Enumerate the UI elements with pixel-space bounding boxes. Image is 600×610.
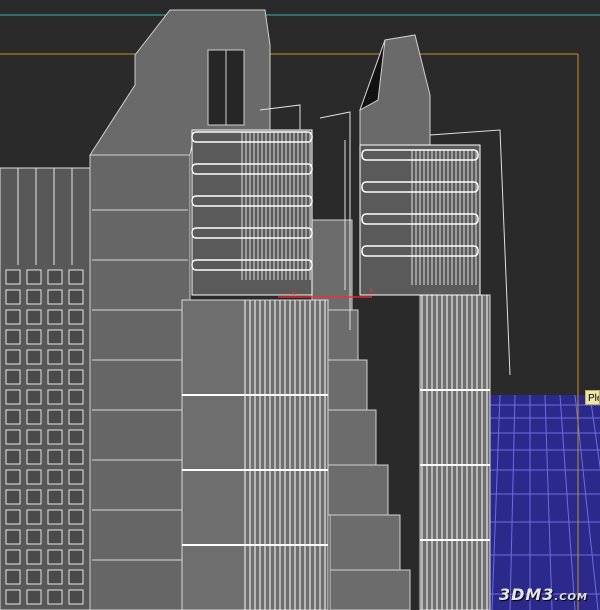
window-pane [5,309,21,325]
window-pane [47,489,63,505]
window-pane [68,589,84,605]
window-pane [26,549,42,565]
window-pane [26,509,42,525]
window-pane [26,409,42,425]
window-pane [5,529,21,545]
left-office-building [0,167,96,610]
window-pane [47,389,63,405]
window-pane [68,349,84,365]
window-pane [68,489,84,505]
window-pane [68,309,84,325]
window-pane [5,549,21,565]
window-pane [47,349,63,365]
ground-grid [490,394,600,610]
window-pane [68,329,84,345]
window-pane [47,549,63,565]
window-pane [47,569,63,585]
window-pane [5,469,21,485]
watermark-logo: 3DM3.COM [499,585,588,604]
window-pane [47,589,63,605]
window-pane [5,289,21,305]
window-pane [26,349,42,365]
window-pane [26,469,42,485]
window-pane [26,289,42,305]
window-pane [47,269,63,285]
window-pane [26,389,42,405]
window-pane [26,589,42,605]
window-pane [47,289,63,305]
window-pane [5,349,21,365]
window-pane [26,269,42,285]
window-pane [47,529,63,545]
window-pane [5,589,21,605]
window-pane [68,469,84,485]
window-pane [68,369,84,385]
left-cylinder-tower[interactable] [181,129,329,610]
watermark-main: 3DM3 [498,585,555,604]
right-spire [359,34,431,146]
window-pane [47,509,63,525]
window-pane [68,389,84,405]
window-pane [5,489,21,505]
window-pane [68,269,84,285]
window-pane [26,569,42,585]
window-pane [26,489,42,505]
window-pane [68,569,84,585]
watermark-suffix: .COM [554,592,588,603]
window-pane [5,369,21,385]
window-pane [5,269,21,285]
window-pane [68,449,84,465]
window-pane [26,329,42,345]
window-pane [26,429,42,445]
window-pane [68,429,84,445]
window-pane [26,369,42,385]
window-pane [47,329,63,345]
window-pane [47,309,63,325]
viewport-scene[interactable]: × × [0,0,600,610]
window-pane [5,569,21,585]
3d-viewport[interactable]: × × Ple 3DM3.COM [0,0,600,610]
svg-text:×: × [291,289,296,298]
window-pane [68,529,84,545]
window-pane [47,429,63,445]
window-pane [68,409,84,425]
window-pane [26,449,42,465]
window-pane [68,509,84,525]
window-pane [47,449,63,465]
tooltip-label: Ple [585,390,600,405]
window-pane [47,409,63,425]
window-pane [5,509,21,525]
window-pane [26,309,42,325]
window-pane [47,369,63,385]
window-pane [26,529,42,545]
window-pane [5,449,21,465]
window-pane [5,329,21,345]
window-pane [5,409,21,425]
window-pane [5,389,21,405]
window-pane [47,469,63,485]
window-pane [68,289,84,305]
window-pane [68,549,84,565]
svg-text:×: × [369,286,374,295]
window-pane [5,429,21,445]
